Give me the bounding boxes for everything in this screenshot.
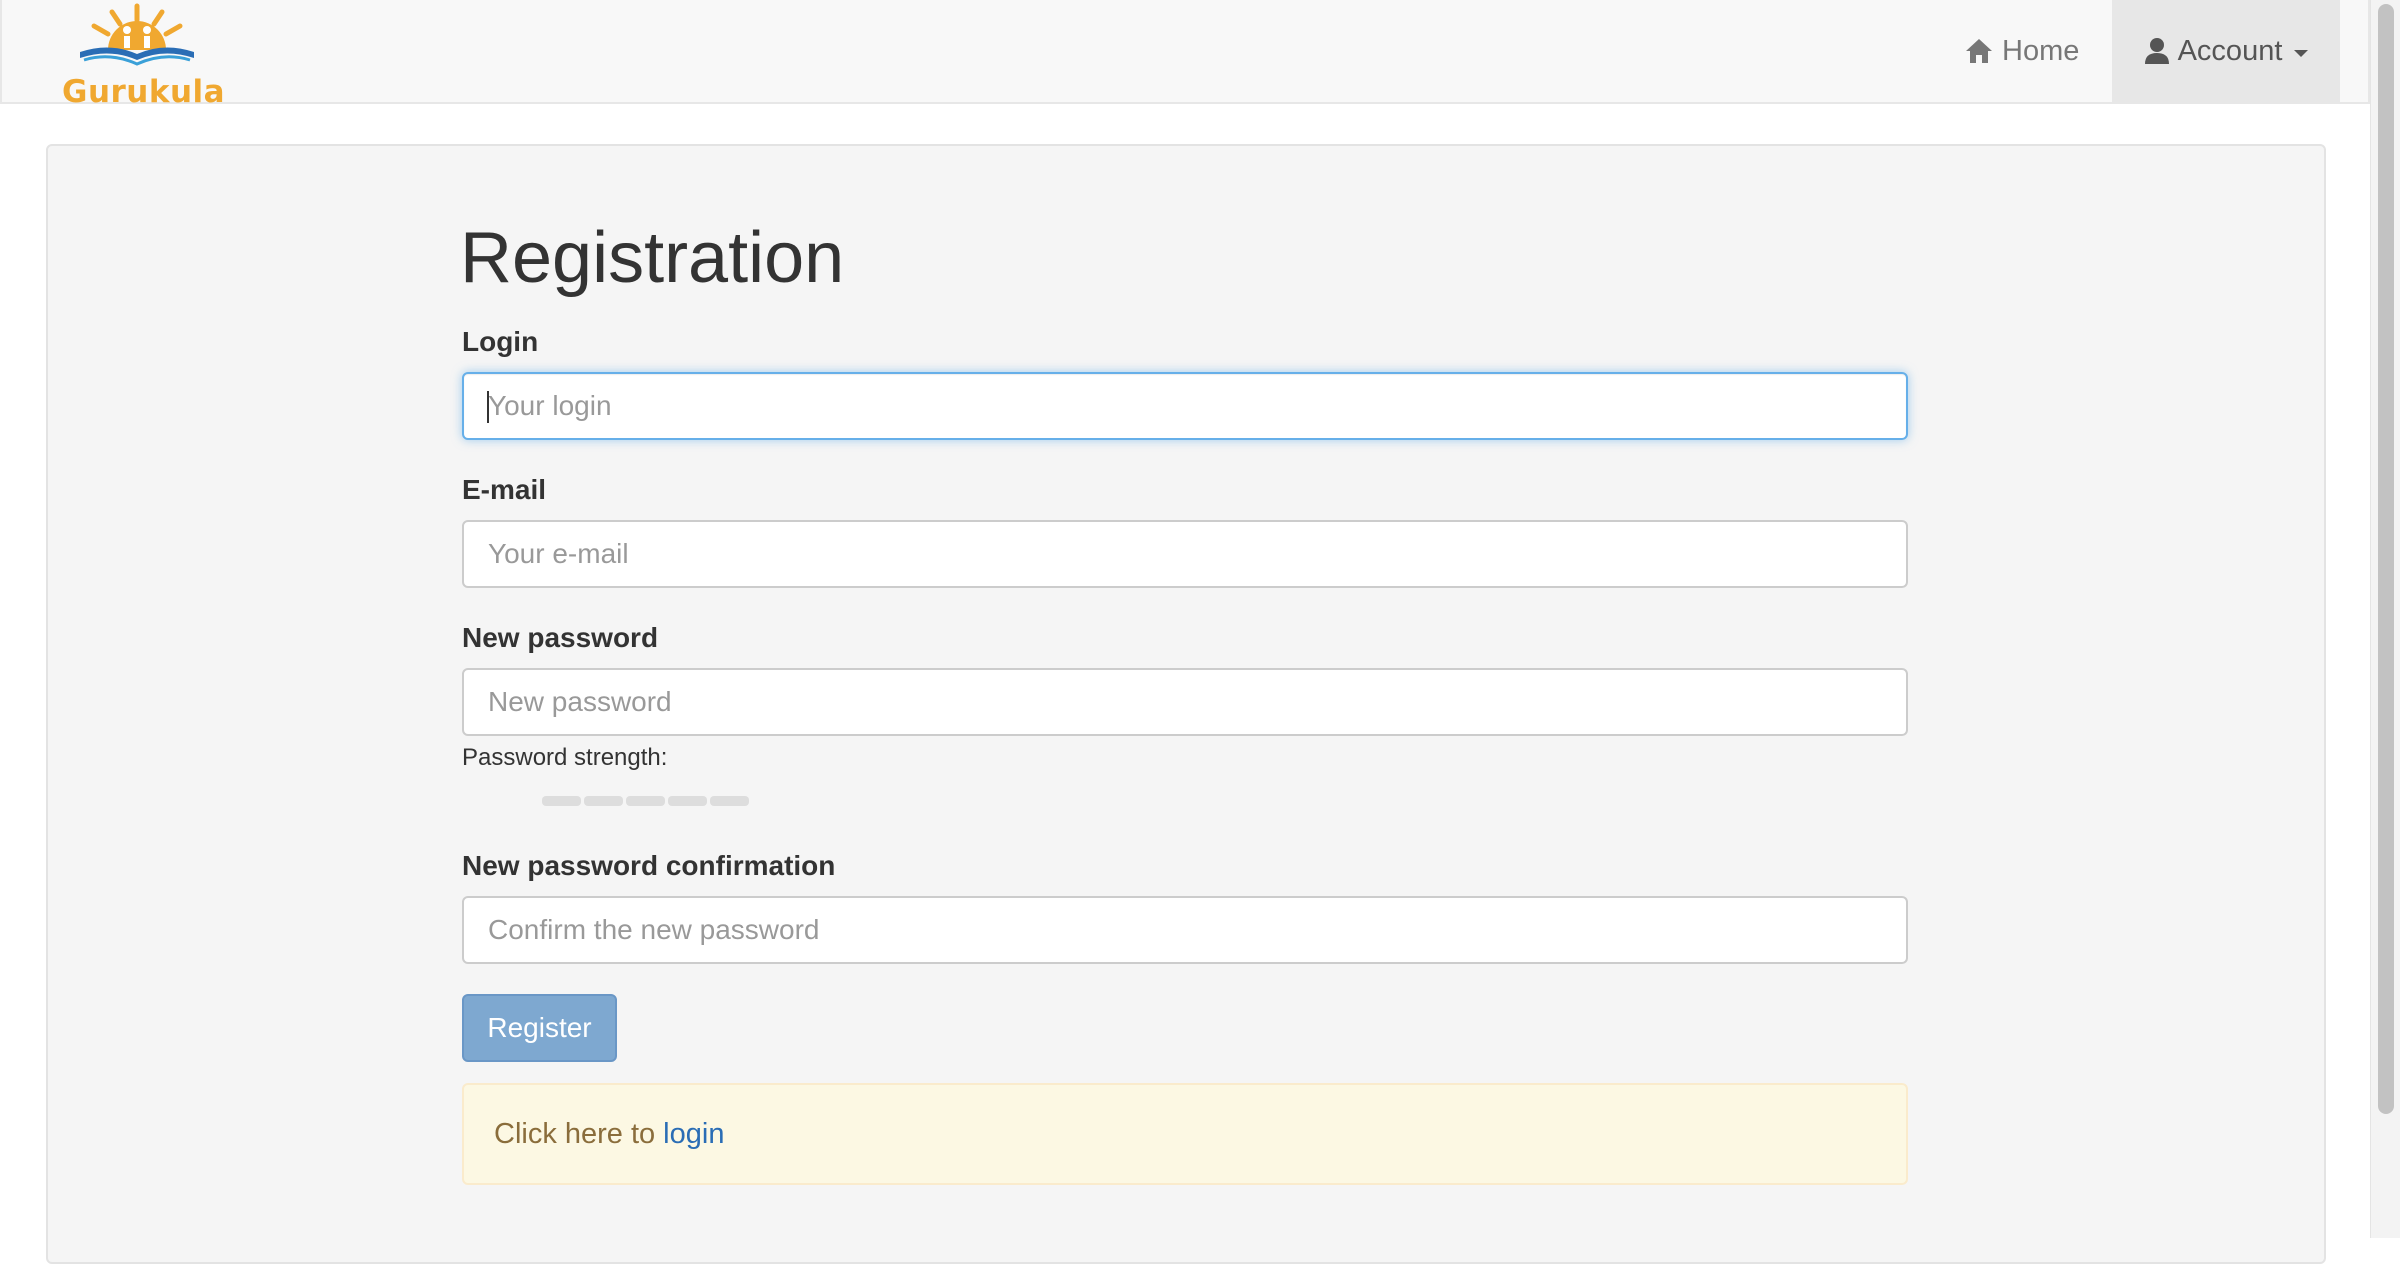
nav-home-link[interactable]: Home (1964, 0, 2079, 102)
strength-segment (542, 796, 581, 806)
strength-segment (668, 796, 707, 806)
password-strength-label: Password strength: (462, 744, 668, 771)
confirm-password-input[interactable] (462, 896, 1908, 964)
chevron-down-icon (2294, 49, 2309, 57)
book-sun-logo-icon (80, 3, 194, 66)
password-strength-meter (542, 796, 752, 806)
user-icon (2144, 38, 2169, 64)
home-icon (1966, 39, 1992, 63)
brand-name: Gurukula (62, 74, 226, 110)
register-button[interactable]: Register (462, 994, 617, 1062)
login-alert: Click here to login (462, 1083, 1908, 1185)
brand-logo[interactable]: Gurukula (54, 0, 226, 110)
top-navbar: Gurukula Home Account (0, 0, 2370, 110)
nav-account-label: Account (2177, 34, 2283, 67)
strength-segment (626, 796, 665, 806)
new-password-input[interactable] (462, 668, 1908, 736)
nav-account-dropdown[interactable]: Account (2112, 0, 2340, 102)
alert-text: Click here to (494, 1117, 656, 1150)
login-label: Login (462, 326, 539, 357)
text-cursor (487, 391, 489, 423)
new-password-label: New password (462, 622, 659, 653)
login-input[interactable] (462, 372, 1908, 440)
login-link[interactable]: login (663, 1118, 724, 1151)
strength-segment (584, 796, 623, 806)
strength-segment (710, 796, 749, 806)
confirm-password-label: New password confirmation (462, 850, 836, 881)
page-scrollbar[interactable] (2370, 0, 2400, 1238)
page-title: Registration (460, 218, 845, 298)
scrollbar-thumb[interactable] (2378, 4, 2394, 1114)
email-label: E-mail (462, 474, 547, 505)
nav-home-label: Home (2002, 34, 2080, 67)
email-input[interactable] (462, 520, 1908, 588)
